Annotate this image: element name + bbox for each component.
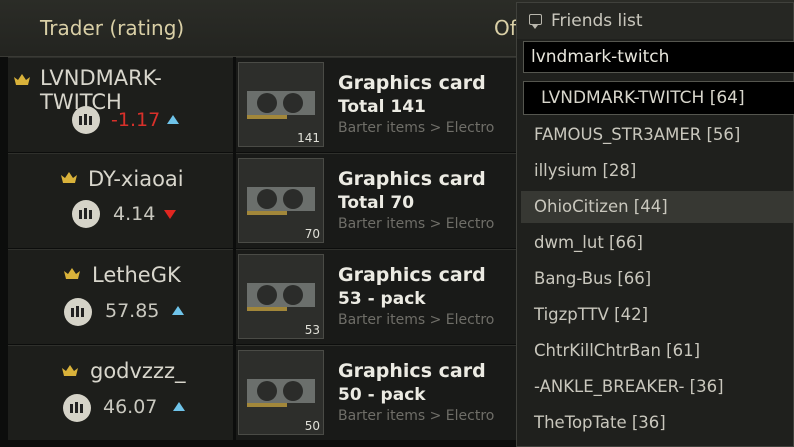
trader-name[interactable]: DY-xiaoai [88, 167, 184, 191]
item-category: Barter items > Electro [338, 312, 495, 328]
item-quantity: 70 [304, 227, 320, 241]
item-thumbnail[interactable]: 50 [238, 350, 324, 435]
item-thumbnail[interactable]: 53 [238, 254, 324, 339]
item-subtitle: 53 - pack [338, 289, 426, 309]
trend-down-icon [164, 210, 176, 219]
trader-rating: 46.07 [103, 396, 158, 418]
item-category: Barter items > Electro [338, 408, 495, 424]
reputation-icon [72, 106, 100, 134]
item-title[interactable]: Graphics card [338, 72, 486, 94]
item-thumbnail[interactable]: 70 [238, 158, 324, 243]
item-quantity: 50 [304, 419, 320, 433]
friends-list-panel: Friends list lvndmark-twitch LVNDMARK-TW… [516, 2, 794, 447]
trader-rating: -1.17 [111, 109, 161, 131]
item-category: Barter items > Electro [338, 120, 495, 136]
item-subtitle: Total 141 [338, 97, 426, 117]
trend-up-icon [167, 115, 179, 124]
item-subtitle: 50 - pack [338, 385, 426, 405]
crown-icon [14, 74, 30, 85]
crown-icon [64, 268, 80, 279]
trader-rating: 4.14 [113, 203, 156, 225]
item-title[interactable]: Graphics card [338, 168, 486, 190]
friends-list-item[interactable]: Bang-Bus [66] [521, 263, 793, 295]
friends-list-item[interactable]: TigzpTTV [42] [521, 299, 793, 331]
trader-name[interactable]: godvzzz_ [90, 359, 186, 383]
reputation-icon [64, 298, 92, 326]
item-quantity: 53 [304, 323, 320, 337]
trend-up-icon [173, 402, 185, 411]
offer-column-header[interactable]: Of [494, 16, 517, 40]
trader-column-header[interactable]: Trader (rating) [40, 16, 184, 40]
trader-name[interactable]: LVNDMARK-TWITCH [40, 66, 190, 114]
item-title[interactable]: Graphics card [338, 264, 486, 286]
graphics-card-icon [247, 187, 315, 215]
friends-list-item[interactable]: OhioCitizen [44] [521, 191, 793, 223]
crown-icon [61, 172, 77, 183]
trader-rating: 57.85 [105, 300, 160, 322]
friends-list-item[interactable]: FAMOUS_STR3AMER [56] [521, 119, 793, 151]
friends-list-item[interactable]: ChtrKillChtrBan [61] [521, 335, 793, 367]
graphics-card-icon [247, 91, 315, 119]
friends-selected-item[interactable]: LVNDMARK-TWITCH [64] [523, 81, 794, 115]
friends-list-header: Friends list [517, 3, 793, 39]
graphics-card-icon [247, 283, 315, 311]
item-thumbnail[interactable]: 141 [238, 62, 324, 147]
chat-icon [529, 14, 542, 29]
item-category: Barter items > Electro [338, 216, 495, 232]
trend-up-icon [172, 306, 184, 315]
trader-name[interactable]: LetheGK [92, 263, 181, 287]
item-title[interactable]: Graphics card [338, 360, 486, 382]
friends-list-item[interactable]: dwm_lut [66] [521, 227, 793, 259]
item-subtitle: Total 70 [338, 193, 415, 213]
friends-list-item[interactable]: TheTopTate [36] [521, 407, 793, 439]
friends-search-input[interactable]: lvndmark-twitch [523, 41, 794, 73]
reputation-icon [72, 200, 100, 228]
friends-list-item[interactable]: illysium [28] [521, 155, 793, 187]
item-quantity: 141 [297, 131, 320, 145]
friends-list-item[interactable]: -ANKLE_BREAKER- [36] [521, 371, 793, 403]
graphics-card-icon [247, 379, 315, 407]
reputation-icon [63, 394, 91, 422]
friends-list-title: Friends list [551, 11, 643, 31]
crown-icon [62, 365, 78, 376]
